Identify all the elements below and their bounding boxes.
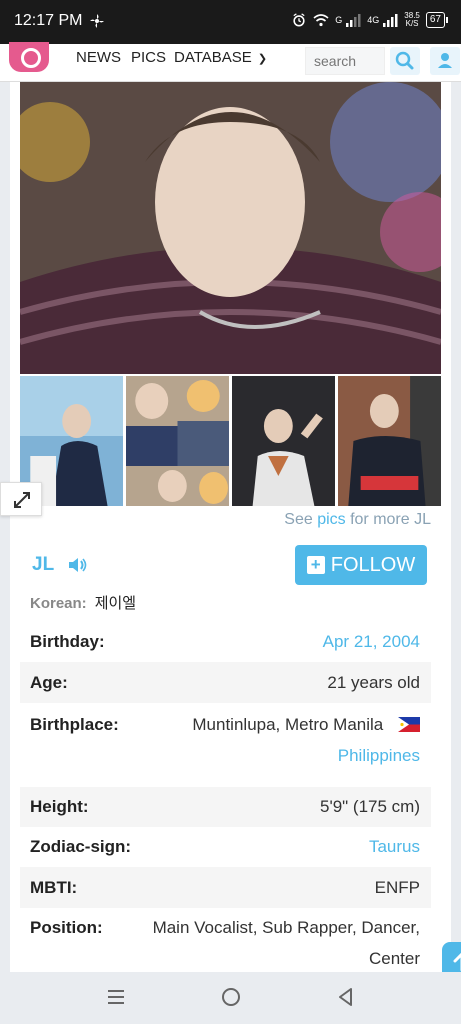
- height-value: 5'9" (175 cm): [320, 797, 420, 816]
- chevron-down-icon: ❯: [257, 53, 268, 65]
- position-label: Position:: [30, 918, 103, 937]
- follow-label: FOLLOW: [330, 553, 416, 576]
- zodiac-label: Zodiac-sign:: [30, 837, 132, 856]
- mbti-value: ENFP: [374, 878, 420, 897]
- network-speed: 38.5 K/S: [404, 12, 420, 28]
- arrow-up-icon: [453, 952, 461, 972]
- philippines-flag-icon: [398, 717, 420, 732]
- age-row: Age: 21 years old: [20, 662, 431, 703]
- signal-icon: [383, 14, 398, 27]
- position-line-2: Center: [368, 949, 420, 968]
- zodiac-value-link[interactable]: Taurus: [369, 827, 420, 867]
- birthday-row: Birthday: Apr 21, 2004: [20, 622, 431, 662]
- battery-icon: 67: [425, 12, 449, 28]
- thumbnail-illustration: [126, 376, 229, 506]
- status-bar: 12:17 PM G 4G 38.5 K/S 67: [0, 0, 461, 44]
- user-account-button[interactable]: [430, 47, 460, 75]
- height-row: Height: 5'9" (175 cm): [20, 787, 431, 827]
- korean-label: Korean:: [30, 595, 87, 612]
- speaker-icon[interactable]: [68, 557, 88, 573]
- korean-value: 제이엘: [94, 595, 137, 612]
- photo-thumbnails: [20, 376, 441, 506]
- speed-unit: K/S: [405, 19, 419, 28]
- alarm-icon: [293, 13, 305, 27]
- system-navigation-bar: [0, 972, 461, 1024]
- birthday-label: Birthday:: [30, 632, 105, 651]
- search-icon: [395, 51, 414, 70]
- expand-icon: [14, 492, 30, 508]
- plus-icon: +: [306, 556, 325, 574]
- nav-database-label: DATABASE: [174, 49, 252, 66]
- search-button[interactable]: [390, 47, 420, 75]
- see-more-pics: See pics for more JL: [284, 511, 431, 529]
- thumbnail-photo[interactable]: [126, 376, 229, 506]
- nav-pics-link[interactable]: PICS: [131, 49, 166, 66]
- birthday-value-link[interactable]: Apr 21, 2004: [323, 622, 420, 662]
- network-g-label: G: [335, 15, 343, 25]
- home-icon[interactable]: [220, 986, 242, 1008]
- see-more-pics-link[interactable]: pics: [317, 511, 345, 528]
- mbti-row: MBTI: ENFP: [20, 867, 431, 908]
- recents-icon[interactable]: [105, 986, 127, 1008]
- expand-gallery-button[interactable]: [0, 482, 42, 516]
- follow-button[interactable]: + FOLLOW: [295, 545, 427, 585]
- see-more-prefix: See: [284, 511, 318, 528]
- idol-name: JL: [32, 554, 55, 575]
- position-row: Position: Main Vocalist, Sub Rapper, Dan…: [20, 908, 431, 972]
- birthplace-label: Birthplace:: [30, 715, 119, 734]
- height-label: Height:: [30, 797, 89, 816]
- back-icon[interactable]: [335, 986, 357, 1008]
- birthplace-city: Muntinlupa, Metro Manila: [192, 715, 384, 734]
- profile-main-photo[interactable]: [20, 82, 441, 374]
- birthplace-row: Birthplace: Muntinlupa, Metro Manila Phi…: [20, 703, 431, 787]
- see-more-suffix: for more JL: [345, 511, 431, 528]
- thumbnail-photo[interactable]: [232, 376, 335, 506]
- nav-database-dropdown[interactable]: DATABASE ❯: [174, 49, 267, 66]
- position-value: Main Vocalist, Sub Rapper, Dancer, Cente…: [153, 912, 420, 972]
- mbti-label: MBTI:: [30, 878, 78, 897]
- site-logo[interactable]: [9, 42, 49, 72]
- profile-card: See pics for more JL JL + FOLLOW Korean:…: [0, 82, 461, 982]
- signal-icon: [346, 14, 361, 27]
- user-icon: [438, 53, 452, 68]
- age-value: 21 years old: [327, 673, 420, 692]
- zodiac-row: Zodiac-sign: Taurus: [20, 827, 431, 867]
- age-label: Age:: [30, 673, 68, 692]
- fan-icon: [90, 14, 104, 28]
- site-navbar: NEWS PICS DATABASE ❯: [0, 42, 461, 82]
- network-4g-label: 4G: [367, 15, 380, 25]
- search-input[interactable]: [305, 47, 385, 75]
- birthplace-value: Muntinlupa, Metro Manila Philippines: [192, 709, 420, 787]
- wifi-icon: [313, 14, 329, 27]
- status-time: 12:17 PM: [14, 12, 83, 29]
- profile-photo-illustration: [20, 82, 441, 374]
- thumbnail-photo[interactable]: [338, 376, 441, 506]
- korean-name-row: Korean: 제이엘: [30, 592, 136, 613]
- position-line-1: Main Vocalist, Sub Rapper, Dancer,: [152, 918, 420, 937]
- thumbnail-illustration: [232, 376, 335, 506]
- thumbnail-illustration: [338, 376, 441, 506]
- birthplace-country-link[interactable]: Philippines: [192, 740, 420, 771]
- nav-news-link[interactable]: NEWS: [76, 49, 121, 66]
